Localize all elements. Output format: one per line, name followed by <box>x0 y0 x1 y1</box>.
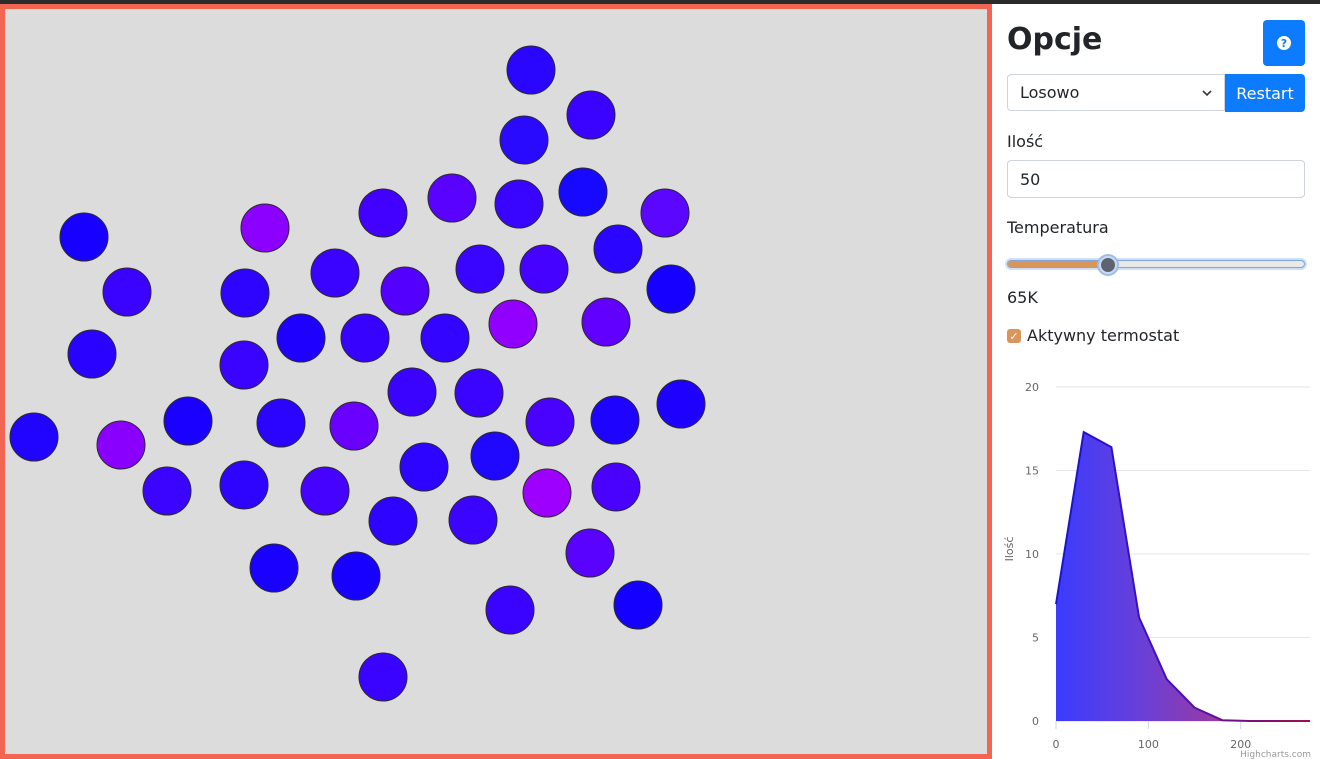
particle <box>59 212 109 262</box>
particle <box>519 244 569 294</box>
particle <box>494 179 544 229</box>
particle-simulation-canvas[interactable] <box>0 4 992 759</box>
mode-select[interactable]: Losowo <box>1007 74 1225 111</box>
particle <box>448 495 498 545</box>
particle <box>220 268 270 318</box>
particle <box>558 167 608 217</box>
temperature-label: Temperatura <box>1007 218 1109 237</box>
y-axis: 0 5 10 15 20 <box>1025 381 1039 728</box>
particle <box>219 340 269 390</box>
y-tick-label: 0 <box>1032 715 1039 728</box>
particle <box>329 401 379 451</box>
particle <box>470 431 520 481</box>
particle <box>249 543 299 593</box>
particle <box>522 468 572 518</box>
particle <box>368 496 418 546</box>
temperature-slider[interactable] <box>1007 256 1305 274</box>
temperature-value: 65K <box>1007 288 1038 307</box>
particle <box>358 652 408 702</box>
particle <box>340 313 390 363</box>
particle <box>640 188 690 238</box>
particle <box>96 420 146 470</box>
y-tick-label: 5 <box>1032 632 1039 645</box>
particle <box>454 368 504 418</box>
particle <box>485 585 535 635</box>
particle <box>399 442 449 492</box>
particle <box>420 313 470 363</box>
count-input[interactable]: 50 <box>1007 160 1305 198</box>
check-icon: ✓ <box>1009 329 1019 343</box>
thermostat-checkbox[interactable]: ✓ <box>1007 329 1021 343</box>
particle <box>427 173 477 223</box>
particle <box>565 528 615 578</box>
series-area <box>1056 432 1310 721</box>
x-tick-label: 100 <box>1138 738 1159 751</box>
question-circle-icon: ? <box>1277 36 1291 50</box>
particle <box>387 367 437 417</box>
particle <box>310 248 360 298</box>
x-axis: 0 100 200 <box>1053 721 1251 751</box>
x-tick-label: 0 <box>1053 738 1060 751</box>
particle <box>506 45 556 95</box>
particle <box>566 90 616 140</box>
particle <box>67 329 117 379</box>
slider-fill <box>1008 261 1110 267</box>
y-axis-label: Ilość <box>1003 537 1016 562</box>
particle <box>331 551 381 601</box>
particle <box>488 299 538 349</box>
particle <box>591 462 641 512</box>
mode-select-value: Losowo <box>1020 83 1080 102</box>
particle <box>499 115 549 165</box>
thermostat-label: Aktywny termostat <box>1027 326 1180 345</box>
count-input-value: 50 <box>1020 169 1041 189</box>
particle <box>613 580 663 630</box>
y-tick-label: 10 <box>1025 548 1039 561</box>
panel-title: Opcje <box>1007 22 1103 57</box>
particle <box>256 398 306 448</box>
particle <box>358 188 408 238</box>
particles-layer <box>9 45 706 702</box>
particle <box>380 266 430 316</box>
particle <box>240 203 290 253</box>
y-tick-label: 20 <box>1025 381 1039 394</box>
particle <box>455 244 505 294</box>
particle <box>593 224 643 274</box>
help-button[interactable]: ? <box>1263 20 1305 66</box>
particle <box>300 466 350 516</box>
restart-button[interactable]: Restart <box>1225 74 1305 112</box>
particle <box>525 397 575 447</box>
particle <box>646 264 696 314</box>
y-tick-label: 15 <box>1025 465 1039 478</box>
particle <box>656 379 706 429</box>
chevron-down-icon <box>1202 89 1212 96</box>
particle <box>102 267 152 317</box>
slider-thumb[interactable] <box>1099 256 1118 274</box>
particle <box>9 412 59 462</box>
particle <box>581 297 631 347</box>
particle <box>163 396 213 446</box>
speed-histogram-chart: 05101520 0 100 200 Ilość Highcharts.com <box>1003 381 1311 759</box>
particle <box>219 460 269 510</box>
chart-credit: Highcharts.com <box>1240 750 1311 759</box>
particle <box>276 313 326 363</box>
particle <box>142 466 192 516</box>
count-label: Ilość <box>1007 132 1044 151</box>
particle <box>590 395 640 445</box>
